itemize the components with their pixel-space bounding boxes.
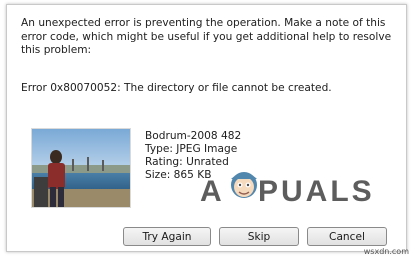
appuals-mascot-icon xyxy=(231,172,257,198)
button-row: Try Again Skip Cancel xyxy=(7,227,406,247)
error-message: An unexpected error is preventing the op… xyxy=(21,17,392,56)
file-type: Type: JPEG Image xyxy=(145,143,238,155)
file-thumbnail xyxy=(31,128,131,208)
appuals-watermark: A PUALS xyxy=(200,165,390,209)
skip-button[interactable]: Skip xyxy=(219,227,299,246)
error-code: Error 0x80070052: The directory or file … xyxy=(21,82,332,94)
svg-text:PUALS: PUALS xyxy=(258,175,375,208)
svg-text:A: A xyxy=(200,175,224,208)
photo-thumbnail-image xyxy=(32,129,130,207)
site-watermark: wsxdn.com xyxy=(363,247,409,256)
try-again-button[interactable]: Try Again xyxy=(123,227,211,246)
cancel-button[interactable]: Cancel xyxy=(307,227,387,246)
error-dialog: An unexpected error is preventing the op… xyxy=(6,4,407,252)
file-name: Bodrum-2008 482 xyxy=(145,130,242,142)
appuals-logo: A PUALS xyxy=(200,172,375,208)
